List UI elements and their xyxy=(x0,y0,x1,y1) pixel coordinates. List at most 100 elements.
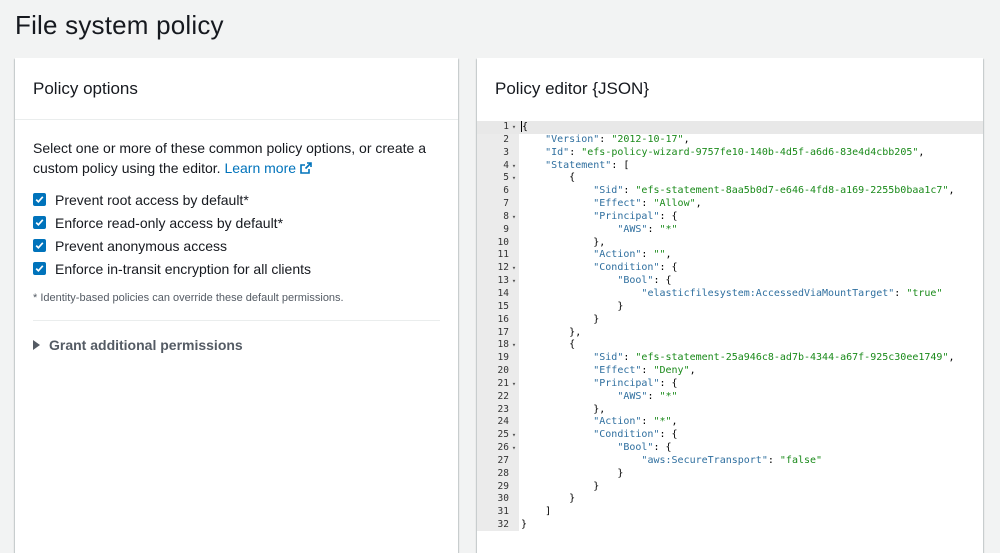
check-icon xyxy=(35,219,44,227)
code-text: } xyxy=(521,314,599,327)
policy-checkbox-row[interactable]: Enforce in-transit encryption for all cl… xyxy=(33,257,440,280)
code-token: "Bool" xyxy=(617,442,654,454)
line-number: 17 xyxy=(497,326,509,338)
checkbox-checked[interactable] xyxy=(33,262,46,275)
code-text: } xyxy=(521,301,623,314)
code-token: }, xyxy=(593,403,606,415)
code-token: "*" xyxy=(653,416,672,428)
json-code-editor[interactable]: 1 ▾{2 "Version": "2012-10-17", 3 "Id": "ef… xyxy=(477,121,983,531)
code-token: : xyxy=(647,223,660,235)
policy-checkbox-row[interactable]: Prevent anonymous access xyxy=(33,234,440,257)
code-line: 25 ▾ "Condition": { xyxy=(477,429,983,442)
learn-more-label: Learn more xyxy=(224,160,297,176)
code-token: : xyxy=(641,249,654,261)
code-token: : xyxy=(569,146,582,158)
code-token: : xyxy=(894,287,907,299)
code-token: } xyxy=(593,313,600,325)
grant-additional-permissions-label: Grant additional permissions xyxy=(49,337,243,353)
line-number: 20 xyxy=(497,365,509,377)
checkbox-label: Prevent anonymous access xyxy=(55,237,227,254)
code-text: "Version": "2012-10-17", xyxy=(521,134,690,147)
grant-additional-permissions-expander[interactable]: Grant additional permissions xyxy=(33,335,440,355)
code-token: { xyxy=(569,339,576,351)
fold-arrow-icon[interactable]: ▾ xyxy=(510,378,518,391)
checkbox-checked[interactable] xyxy=(33,216,46,229)
line-number: 19 xyxy=(497,352,509,364)
code-line: 14 "elasticfilesystem:AccessedViaMountTa… xyxy=(477,288,983,301)
code-token: "Effect" xyxy=(593,365,642,377)
code-token: "*" xyxy=(659,390,678,402)
code-line: 2 "Version": "2012-10-17", xyxy=(477,134,983,147)
code-text: "Condition": { xyxy=(521,262,677,275)
fold-arrow-icon[interactable]: ▾ xyxy=(510,211,518,224)
code-text: }, xyxy=(521,404,605,417)
policy-options-title: Policy options xyxy=(15,58,458,120)
line-number: 5 xyxy=(503,172,509,184)
code-token: : xyxy=(599,133,612,145)
learn-more-link[interactable]: Learn more xyxy=(224,158,312,178)
code-text: { xyxy=(521,121,528,134)
code-line: 29 } xyxy=(477,481,983,494)
line-number: 10 xyxy=(497,236,509,248)
code-line: 30 } xyxy=(477,493,983,506)
fold-arrow-icon[interactable]: ▾ xyxy=(510,339,518,352)
code-token: } xyxy=(617,300,624,312)
fold-arrow-icon[interactable]: ▾ xyxy=(510,160,518,173)
code-line: 26 ▾ "Bool": { xyxy=(477,442,983,455)
code-line: 18 ▾ { xyxy=(477,339,983,352)
code-token: "Statement" xyxy=(545,159,612,171)
policy-checkbox-row[interactable]: Enforce read-only access by default* xyxy=(33,211,440,234)
line-number: 21 xyxy=(497,377,509,389)
code-token: : { xyxy=(659,377,678,389)
code-text: "Principal": { xyxy=(521,210,678,224)
fold-arrow-icon[interactable]: ▾ xyxy=(510,121,518,134)
line-number: 16 xyxy=(497,313,509,325)
code-token: "efs-statement-25a946c8-ad7b-4344-a67f-9… xyxy=(635,352,949,364)
code-text: "Bool": { xyxy=(521,275,671,288)
code-token: , xyxy=(671,416,678,428)
code-token: , xyxy=(683,133,690,145)
code-token: "Effect" xyxy=(593,198,642,210)
fold-arrow-icon[interactable]: ▾ xyxy=(510,275,518,288)
code-text: "Condition": { xyxy=(521,429,677,442)
code-token: "Action" xyxy=(593,416,642,428)
line-number: 9 xyxy=(503,223,509,235)
code-token: : [ xyxy=(611,159,630,171)
code-line: 28 } xyxy=(477,468,983,481)
code-token: "Deny" xyxy=(653,365,690,377)
code-token: : xyxy=(767,454,780,466)
fold-arrow-icon[interactable]: ▾ xyxy=(510,172,518,185)
code-token: }, xyxy=(569,326,582,338)
line-number: 4 xyxy=(503,159,509,171)
code-line: 6 "Sid": "efs-statement-8aa5b0d7-e646-4f… xyxy=(477,185,983,198)
line-number: 11 xyxy=(497,249,509,261)
code-token: { xyxy=(569,172,576,184)
code-line: 5 ▾ { xyxy=(477,172,983,185)
policy-checkbox-row[interactable]: Prevent root access by default* xyxy=(33,188,440,211)
code-line: 17 }, xyxy=(477,327,983,340)
code-token: "AWS" xyxy=(617,390,648,402)
checkbox-checked[interactable] xyxy=(33,239,46,252)
fold-arrow-icon[interactable]: ▾ xyxy=(510,442,518,455)
code-token: : { xyxy=(659,210,678,222)
code-token: } xyxy=(617,467,624,479)
code-token: "Sid" xyxy=(593,352,624,364)
code-token: , xyxy=(695,198,702,210)
code-token: "AWS" xyxy=(617,223,648,235)
code-line: 24 "Action": "*", xyxy=(477,416,983,429)
code-token: "Bool" xyxy=(617,275,654,287)
line-number: 31 xyxy=(497,506,509,518)
fold-arrow-icon[interactable]: ▾ xyxy=(510,429,518,442)
code-token: "Principal" xyxy=(593,377,660,389)
code-token: "Condition" xyxy=(593,262,660,274)
code-line: 13 ▾ "Bool": { xyxy=(477,275,983,288)
checkbox-checked[interactable] xyxy=(33,193,46,206)
line-number: 22 xyxy=(497,390,509,402)
code-text: }, xyxy=(521,237,605,250)
caret-right-icon xyxy=(33,340,40,350)
code-token: "false" xyxy=(779,454,823,466)
line-number: 30 xyxy=(497,493,509,505)
fold-arrow-icon[interactable]: ▾ xyxy=(510,262,518,275)
code-token: : xyxy=(641,365,654,377)
code-token: : xyxy=(647,390,660,402)
